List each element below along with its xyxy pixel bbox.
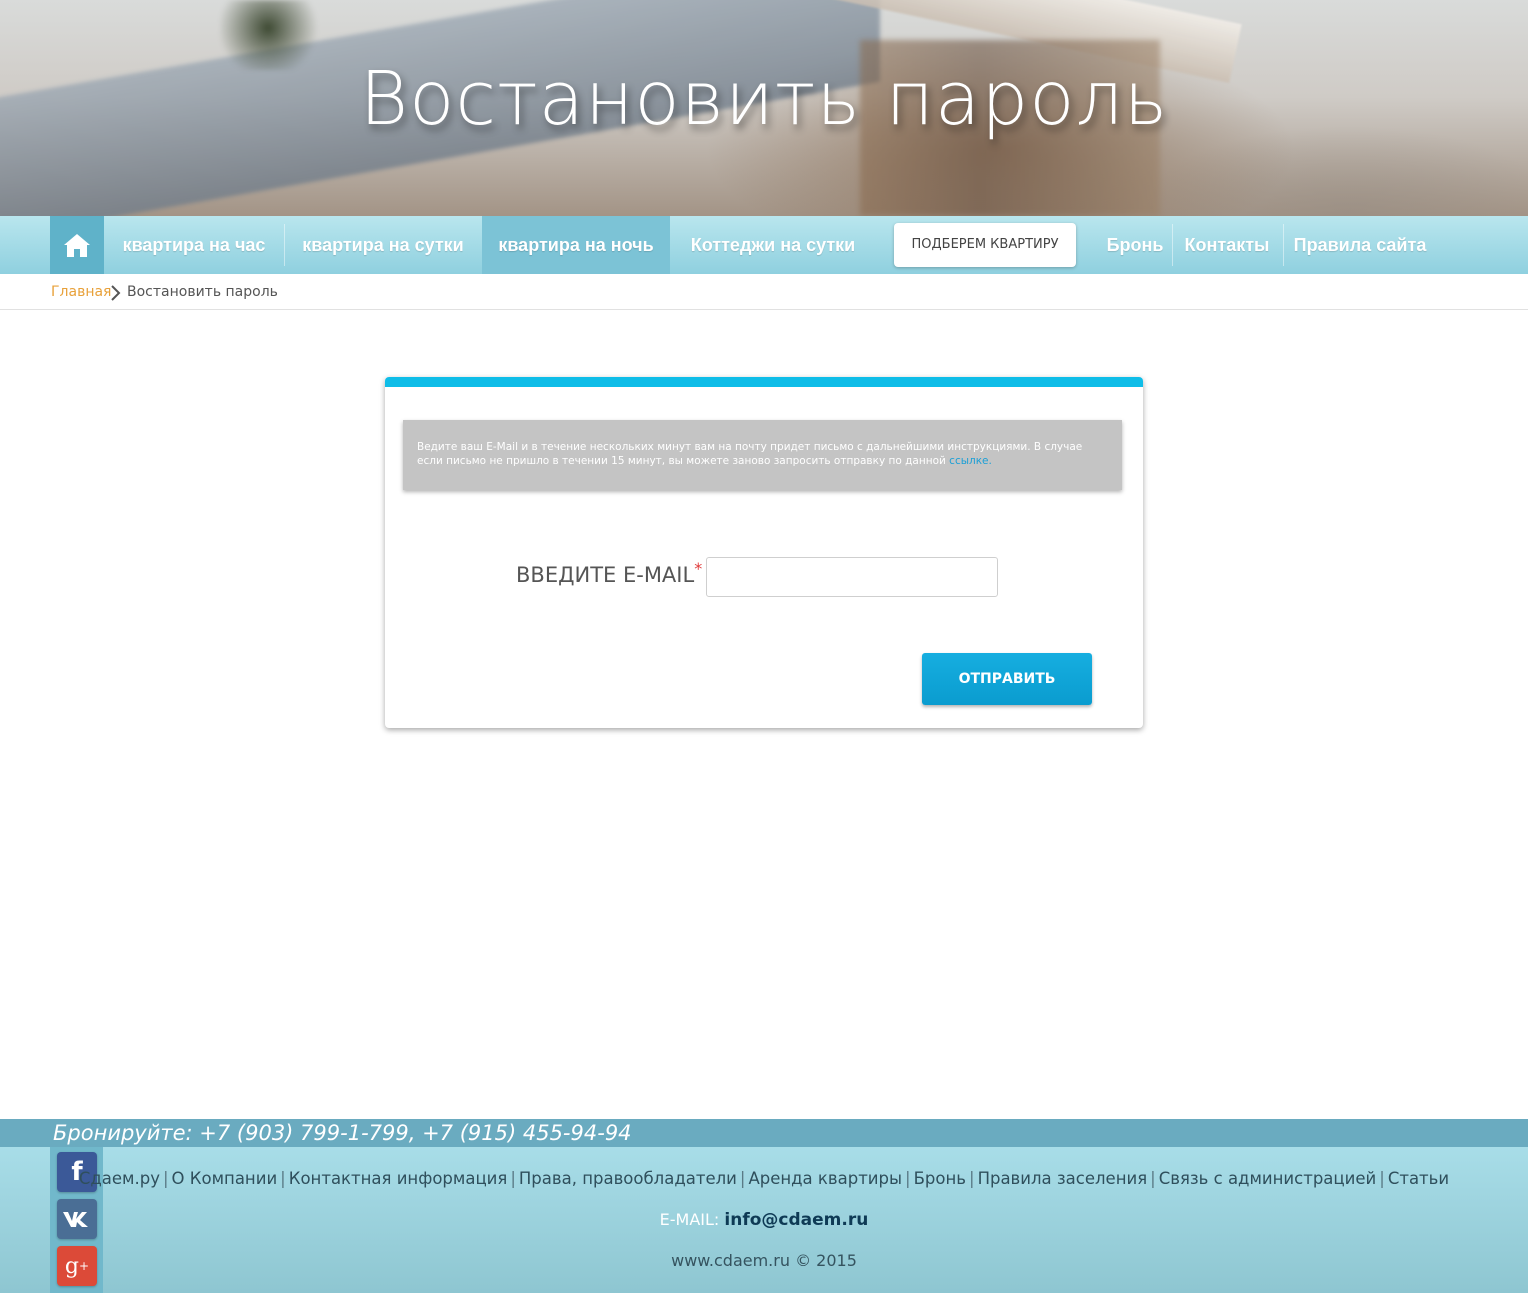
footer-link[interactable]: Статьи — [1388, 1169, 1449, 1188]
footer-link[interactable]: Бронь — [914, 1169, 966, 1188]
footer: f g + Сдаем.ру | О Компании | Контактная инфо… — [0, 1147, 1528, 1293]
password-recovery-card: Ведите ваш E-Mail и в течение нескольких… — [385, 377, 1143, 728]
footer-link[interactable]: Контактная информация — [289, 1169, 508, 1188]
nav-item-hour[interactable]: квартира на час — [104, 216, 284, 274]
nav-item-booking[interactable]: Бронь — [1100, 216, 1170, 274]
submit-button[interactable]: ОТПРАВИТЬ — [922, 653, 1092, 705]
footer-copyright: www.cdaem.ru © 2015 — [671, 1251, 857, 1270]
nav-item-day[interactable]: квартира на сутки — [285, 216, 481, 274]
required-mark: * — [694, 559, 703, 578]
nav-home-button[interactable] — [50, 216, 104, 274]
footer-email-line: E-MAIL: info@cdaem.ru — [0, 1210, 1528, 1230]
footer-link[interactable]: Связь с администрацией — [1159, 1169, 1377, 1188]
footer-link-separator: | — [280, 1169, 286, 1188]
footer-email-link[interactable]: info@cdaem.ru — [724, 1210, 868, 1230]
email-label-text: ВВЕДИТЕ E-MAIL — [516, 563, 695, 587]
footer-link[interactable]: Правила заселения — [978, 1169, 1148, 1188]
footer-email-label: E-MAIL: — [659, 1210, 720, 1229]
footer-link-separator: | — [510, 1169, 516, 1188]
footer-link-separator: | — [162, 1169, 169, 1188]
nav-item-night[interactable]: квартира на ночь — [482, 216, 670, 274]
main-nav: квартира на час квартира на сутки кварти… — [0, 216, 1528, 274]
footer-link-separator: | — [1379, 1169, 1385, 1188]
instruction-notice: Ведите ваш E-Mail и в течение нескольких… — [403, 420, 1122, 490]
page-title: Востановить пароль — [359, 56, 1169, 142]
footer-phone-bar: Бронируйте: +7 (903) 799-1-799, +7 (915)… — [0, 1119, 1528, 1147]
chevron-right-icon — [111, 285, 121, 301]
breadcrumb-current: Востановить пароль — [127, 284, 278, 300]
footer-link-separator: | — [739, 1169, 746, 1188]
footer-links: Сдаем.ру | О Компании | Контактная информаци… — [0, 1169, 1528, 1188]
email-label: ВВЕДИТЕ E-MAIL* — [516, 559, 702, 587]
footer-link-separator: | — [1150, 1169, 1156, 1188]
footer-link[interactable]: Сдаем.ру — [79, 1169, 160, 1188]
footer-link[interactable]: Аренда квартиры — [748, 1169, 902, 1188]
footer-link[interactable]: О Компании — [172, 1169, 278, 1188]
footer-link-separator: | — [969, 1169, 975, 1188]
footer-phone-line: Бронируйте: +7 (903) 799-1-799, +7 (915)… — [53, 1121, 632, 1145]
pick-apartment-button[interactable]: ПОДБЕРЕМ КВАРТИРУ — [894, 223, 1076, 267]
breadcrumb-home-link[interactable]: Главная — [51, 284, 111, 300]
nav-divider — [1172, 224, 1173, 266]
nav-divider — [1283, 224, 1284, 266]
email-input[interactable] — [706, 557, 998, 597]
footer-link[interactable]: Права, правообладатели — [519, 1169, 737, 1188]
hero-banner: Востановить пароль — [0, 0, 1528, 216]
home-icon — [64, 234, 90, 257]
nav-item-rules[interactable]: Правила сайта — [1285, 216, 1435, 274]
card-accent-bar — [385, 377, 1143, 387]
footer-link-separator: | — [905, 1169, 911, 1188]
nav-item-contacts[interactable]: Контакты — [1174, 216, 1280, 274]
nav-item-cottages[interactable]: Коттеджи на сутки — [672, 216, 874, 274]
breadcrumb: Главная Востановить пароль — [0, 274, 1528, 310]
resend-link[interactable]: ссылке. — [949, 455, 992, 467]
